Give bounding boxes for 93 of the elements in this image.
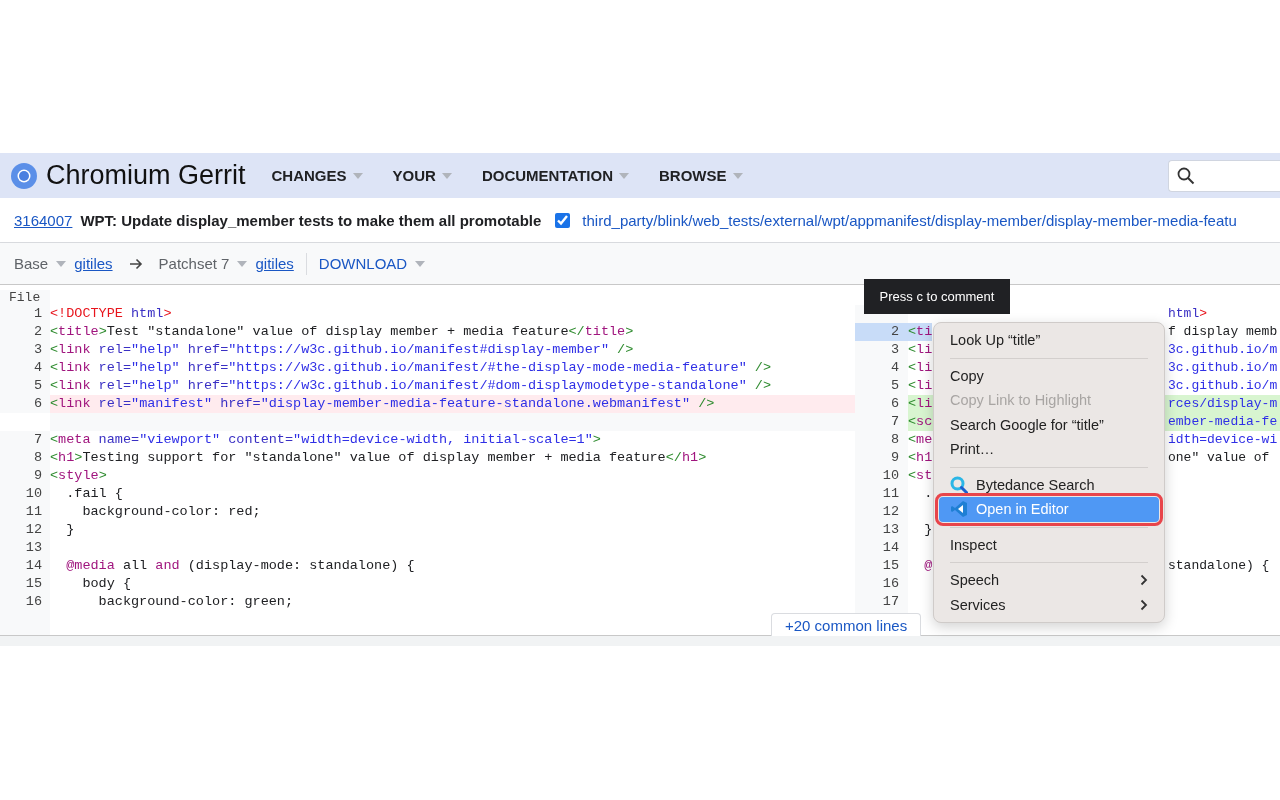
line-number: 15 [855, 557, 908, 575]
menu-item[interactable]: Copy [939, 363, 1159, 388]
caret-icon [619, 172, 629, 179]
caret-icon [352, 172, 363, 179]
magnifier-icon [950, 475, 968, 494]
menu-item[interactable]: Inspect [939, 532, 1159, 557]
code-line: 3c.github.io/m [1168, 359, 1278, 377]
code-line: <st [908, 467, 933, 485]
line-number: 2 [855, 323, 908, 341]
code-line: one" value of [1168, 449, 1270, 467]
patchset-select[interactable]: Patchset 7 [158, 255, 230, 272]
menu-item[interactable]: Speech [939, 568, 1159, 593]
line-number: 8 [855, 431, 908, 449]
line-number: 10 [0, 485, 50, 503]
line-number: 7 [0, 431, 50, 449]
code-line: <sc [908, 413, 933, 431]
line-number: 6 [0, 395, 50, 413]
line-number: 7 [855, 413, 908, 431]
line-number: 16 [0, 593, 50, 611]
line-number: 12 [855, 503, 908, 521]
line-number: 2 [0, 323, 50, 341]
code-line: idth=device-wi [1168, 431, 1278, 449]
code-line: <li [908, 341, 933, 359]
line-number: 5 [0, 377, 50, 395]
line-number: 15 [0, 575, 50, 593]
code-line: <me [908, 431, 933, 449]
logo-icon [10, 161, 38, 190]
line-number: 9 [0, 467, 50, 485]
code-line: <li [908, 359, 933, 377]
line-number: 16 [855, 575, 908, 593]
gitiles-link[interactable]: gitiles [255, 255, 294, 272]
change-number-link[interactable]: 3164007 [14, 211, 73, 229]
chevron-right-icon [1140, 598, 1148, 611]
code-line: standalone) { [1168, 557, 1270, 575]
line-number: 5 [855, 377, 908, 395]
code-line: <h1 [908, 449, 933, 467]
menu-item[interactable]: Bytedance Search [939, 472, 1159, 497]
base-select[interactable]: Base [14, 255, 49, 272]
gitiles-link[interactable]: gitiles [74, 255, 113, 272]
search-icon [1177, 166, 1195, 185]
nav-menu[interactable]: YOUR [392, 167, 452, 184]
search-field[interactable] [1168, 159, 1280, 192]
code-line: 3c.github.io/m [1168, 341, 1278, 359]
line-number: 12 [0, 521, 50, 539]
chevron-right-icon [1140, 574, 1148, 587]
line-number: 10 [855, 467, 908, 485]
caret-icon [441, 172, 452, 179]
menu-item[interactable]: Search Google for “title” [939, 412, 1159, 437]
reviewed-checkbox[interactable] [555, 212, 571, 228]
file-column-header: File [0, 290, 50, 305]
caret-icon [732, 172, 743, 179]
caret-icon [415, 260, 426, 267]
line-number: 3 [0, 341, 50, 359]
code-line: ember-media-fe [1168, 413, 1278, 431]
download-button[interactable]: DOWNLOAD [318, 255, 426, 272]
code-line: } [923, 521, 933, 539]
line-number: 17 [855, 593, 908, 611]
code-line: <li [908, 395, 933, 413]
file-path-link[interactable]: third_party/blink/web_tests/external/wpt/appmanifest/display-member/display-member-media-featu [582, 211, 1237, 229]
app-title: Chromium Gerrit [46, 160, 246, 191]
line-number: 13 [855, 521, 908, 539]
change-subject: WPT: Update display_member tests to make them all promotable [80, 211, 542, 229]
arrow-right-icon [128, 257, 143, 270]
line-number: 14 [0, 557, 50, 575]
menu-item[interactable]: Look Up “title” [939, 328, 1159, 353]
line-number: 6 [855, 395, 908, 413]
code-editor-icon [950, 500, 968, 519]
line-number: 11 [855, 485, 908, 503]
menu-item[interactable]: Services [939, 592, 1159, 617]
code-line: @ [923, 557, 933, 575]
nav-menu[interactable]: DOCUMENTATION [481, 167, 629, 184]
line-number: 11 [0, 503, 50, 521]
code-line: f display memb [1168, 323, 1278, 341]
line-number: 4 [0, 359, 50, 377]
line-number: 1 [0, 305, 50, 323]
line-number: 9 [855, 449, 908, 467]
nav-menu[interactable]: BROWSE [659, 167, 743, 184]
tooltip: Press c to comment [864, 279, 1010, 314]
line-number: 14 [855, 539, 908, 557]
code-line: . [923, 485, 933, 503]
caret-icon [56, 260, 67, 267]
menu-item[interactable]: Print… [939, 437, 1159, 462]
code-line: <li [908, 377, 933, 395]
caret-icon [237, 260, 248, 267]
line-number: 13 [0, 539, 50, 557]
expand-common-lines-button[interactable]: +20 common lines [771, 613, 922, 636]
line-number: 3 [855, 341, 908, 359]
line-number: 8 [0, 449, 50, 467]
line-number: 4 [855, 359, 908, 377]
code-line: html> [1168, 305, 1208, 323]
nav-menu[interactable]: CHANGES [271, 167, 363, 184]
code-line: 3c.github.io/m [1168, 377, 1278, 395]
code-line: rces/display-m [1168, 395, 1278, 413]
